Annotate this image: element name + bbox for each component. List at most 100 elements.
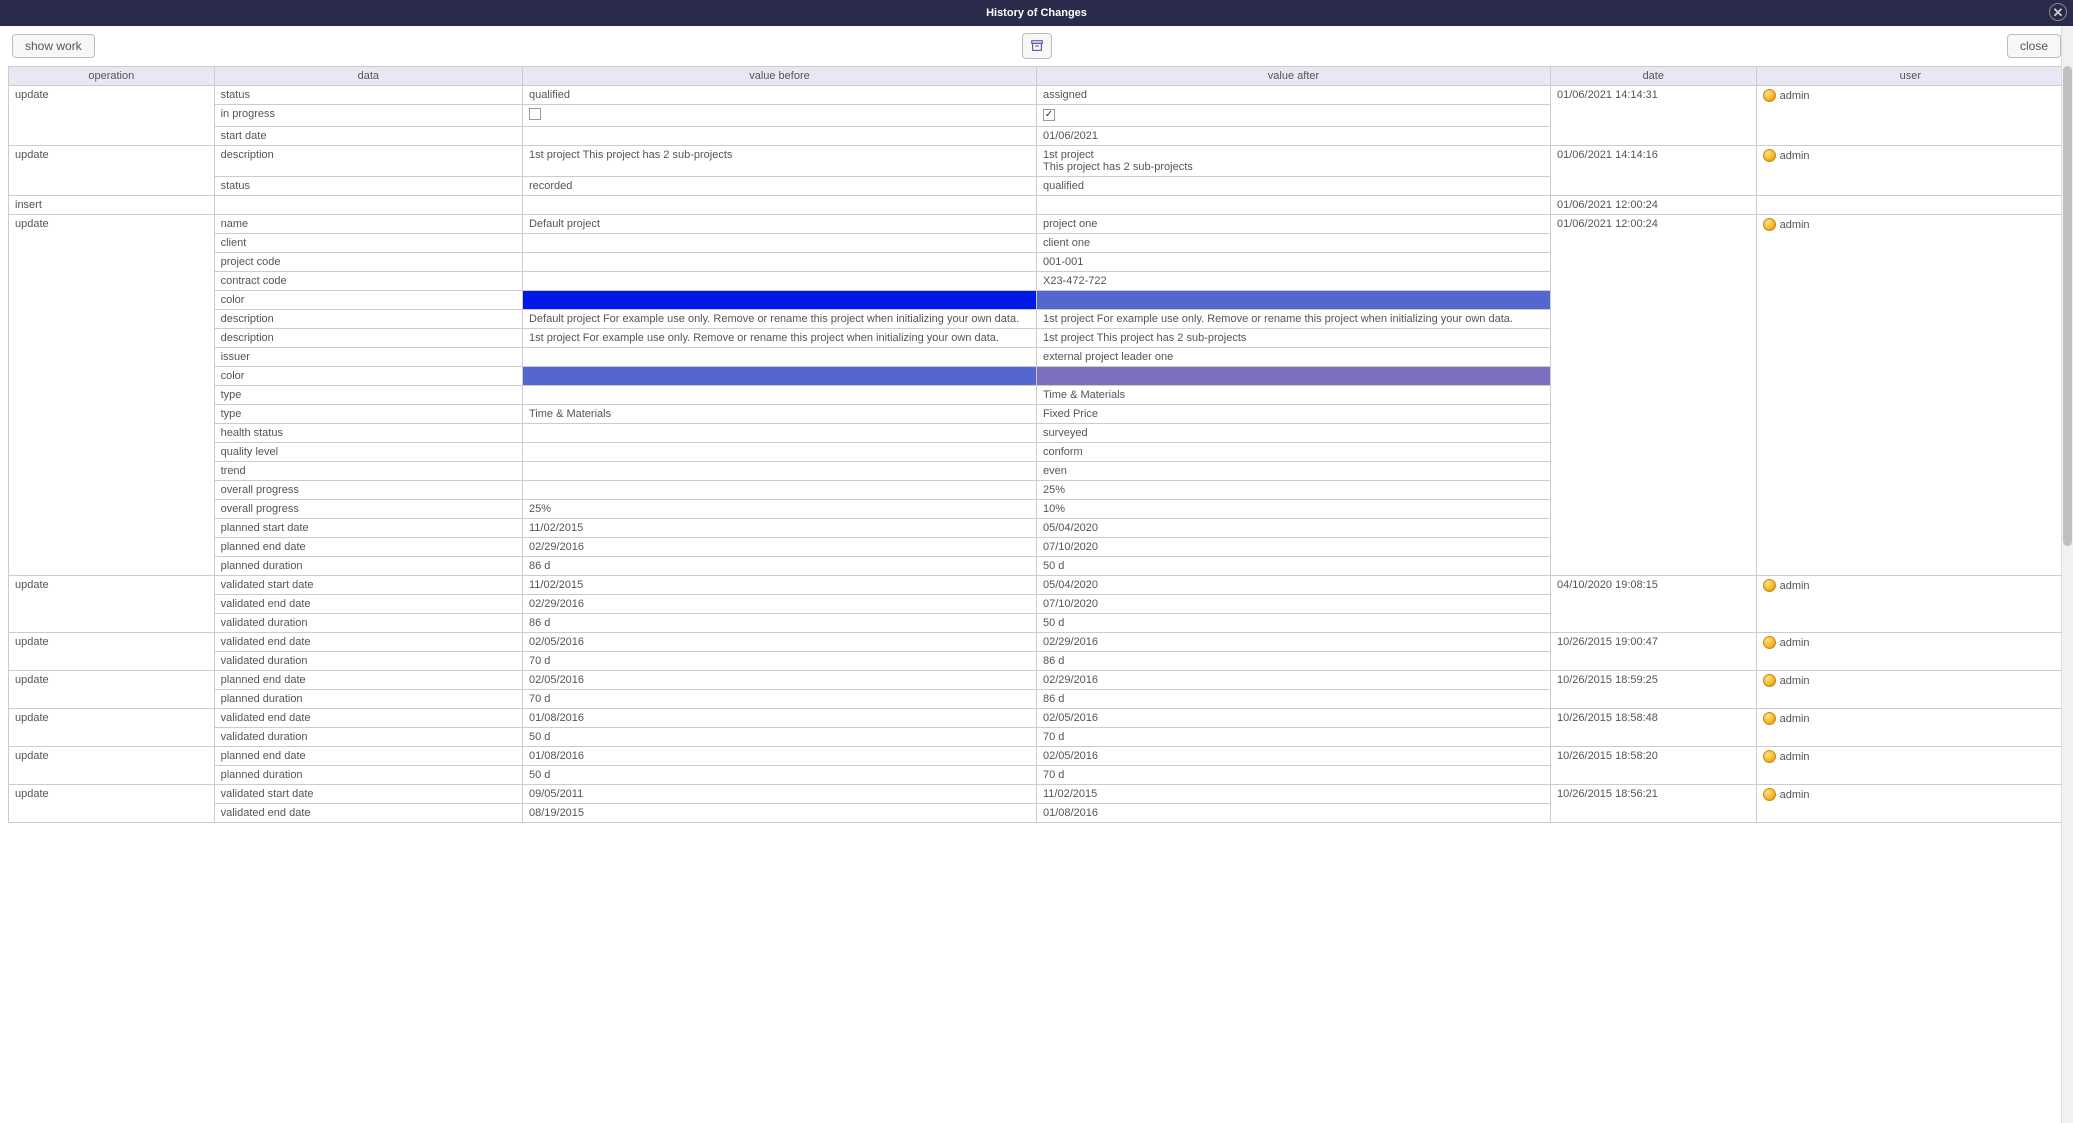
table-row: updatestatusqualifiedassigned01/06/2021 … xyxy=(9,86,2065,105)
cell-value-after: 1st project This project has 2 sub-proje… xyxy=(1036,329,1550,348)
cell-value-after: project one xyxy=(1036,215,1550,234)
col-data[interactable]: data xyxy=(214,67,522,86)
user-name: admin xyxy=(1780,789,1810,801)
cell-user: admin xyxy=(1756,709,2064,747)
cell-value-after: 25% xyxy=(1036,481,1550,500)
cell-value-before: 86 d xyxy=(522,557,1036,576)
avatar xyxy=(1763,674,1776,687)
cell-value-before: 01/08/2016 xyxy=(522,747,1036,766)
cell-value-after: 07/10/2020 xyxy=(1036,538,1550,557)
cell-data: in progress xyxy=(214,105,522,127)
cell-value-before: Default project xyxy=(522,215,1036,234)
close-icon[interactable]: ✕ xyxy=(2049,3,2067,21)
cell-value-before: 50 d xyxy=(522,728,1036,747)
cell-value-after: 05/04/2020 xyxy=(1036,519,1550,538)
table-row: updatevalidated end date01/08/201602/05/… xyxy=(9,709,2065,728)
cell-value-before: recorded xyxy=(522,177,1036,196)
cell-value-before: 02/05/2016 xyxy=(522,633,1036,652)
user-name: admin xyxy=(1780,219,1810,231)
scrollbar[interactable] xyxy=(2061,26,2073,1123)
cell-data: color xyxy=(214,367,522,386)
cell-data: description xyxy=(214,310,522,329)
col-operation[interactable]: operation xyxy=(9,67,215,86)
cell-data: contract code xyxy=(214,272,522,291)
cell-user: admin xyxy=(1756,785,2064,823)
cell-data: validated end date xyxy=(214,633,522,652)
col-value-before[interactable]: value before xyxy=(522,67,1036,86)
cell-value-after: conform xyxy=(1036,443,1550,462)
cell-value-after: external project leader one xyxy=(1036,348,1550,367)
cell-data: validated duration xyxy=(214,728,522,747)
avatar xyxy=(1763,788,1776,801)
title-bar: History of Changes ✕ xyxy=(0,0,2073,26)
user-name: admin xyxy=(1780,751,1810,763)
cell-value-after: 10% xyxy=(1036,500,1550,519)
cell-date: 10/26/2015 18:58:48 xyxy=(1550,709,1756,747)
cell-value-after: Time & Materials xyxy=(1036,386,1550,405)
cell-user: admin xyxy=(1756,576,2064,633)
cell-value-after: client one xyxy=(1036,234,1550,253)
cell-value-after: assigned xyxy=(1036,86,1550,105)
cell-value-after: 02/29/2016 xyxy=(1036,633,1550,652)
cell-operation: update xyxy=(9,709,215,747)
cell-data: type xyxy=(214,386,522,405)
cell-date: 10/26/2015 19:00:47 xyxy=(1550,633,1756,671)
cell-data xyxy=(214,196,522,215)
cell-data: validated start date xyxy=(214,785,522,804)
cell-value-before: 11/02/2015 xyxy=(522,576,1036,595)
cell-value-after: 001-001 xyxy=(1036,253,1550,272)
cell-data: client xyxy=(214,234,522,253)
col-user[interactable]: user xyxy=(1756,67,2064,86)
cell-data: overall progress xyxy=(214,500,522,519)
show-work-button[interactable]: show work xyxy=(12,34,95,58)
cell-data: planned end date xyxy=(214,538,522,557)
checkbox-icon: ✓ xyxy=(1043,109,1055,121)
col-date[interactable]: date xyxy=(1550,67,1756,86)
cell-user xyxy=(1756,196,2064,215)
avatar xyxy=(1763,712,1776,725)
cell-data: validated duration xyxy=(214,614,522,633)
cell-date: 01/06/2021 14:14:16 xyxy=(1550,146,1756,196)
cell-value-before: 1st project This project has 2 sub-proje… xyxy=(522,146,1036,177)
cell-value-before xyxy=(522,272,1036,291)
cell-value-before: 70 d xyxy=(522,652,1036,671)
close-button[interactable]: close xyxy=(2007,34,2061,58)
cell-data: validated duration xyxy=(214,652,522,671)
cell-date: 01/06/2021 12:00:24 xyxy=(1550,215,1756,576)
cell-value-before: 11/02/2015 xyxy=(522,519,1036,538)
cell-value-after: 11/02/2015 xyxy=(1036,785,1550,804)
color-swatch xyxy=(523,291,1036,309)
cell-value-before: 70 d xyxy=(522,690,1036,709)
cell-value-before xyxy=(522,348,1036,367)
cell-user: admin xyxy=(1756,146,2064,196)
cell-data: type xyxy=(214,405,522,424)
cell-operation: insert xyxy=(9,196,215,215)
cell-value-before xyxy=(522,127,1036,146)
checkbox-icon xyxy=(529,108,541,120)
toolbar: show work close xyxy=(0,26,2073,66)
cell-value-after: 02/29/2016 xyxy=(1036,671,1550,690)
cell-data: description xyxy=(214,146,522,177)
cell-data: validated end date xyxy=(214,709,522,728)
cell-date: 01/06/2021 12:00:24 xyxy=(1550,196,1756,215)
cell-value-before: 25% xyxy=(522,500,1036,519)
cell-value-before: 02/29/2016 xyxy=(522,595,1036,614)
avatar xyxy=(1763,636,1776,649)
col-value-after[interactable]: value after xyxy=(1036,67,1550,86)
archive-icon[interactable] xyxy=(1022,33,1052,59)
cell-value-before xyxy=(522,462,1036,481)
cell-date: 10/26/2015 18:59:25 xyxy=(1550,671,1756,709)
cell-data: planned duration xyxy=(214,557,522,576)
cell-value-before xyxy=(522,443,1036,462)
scrollbar-thumb[interactable] xyxy=(2063,66,2072,546)
cell-value-before xyxy=(522,481,1036,500)
cell-operation: update xyxy=(9,146,215,196)
table-row: updateplanned end date01/08/201602/05/20… xyxy=(9,747,2065,766)
cell-date: 04/10/2020 19:08:15 xyxy=(1550,576,1756,633)
user-name: admin xyxy=(1780,90,1810,102)
cell-data: validated start date xyxy=(214,576,522,595)
cell-data: planned duration xyxy=(214,690,522,709)
cell-value-after: qualified xyxy=(1036,177,1550,196)
cell-data: status xyxy=(214,86,522,105)
cell-data: color xyxy=(214,291,522,310)
